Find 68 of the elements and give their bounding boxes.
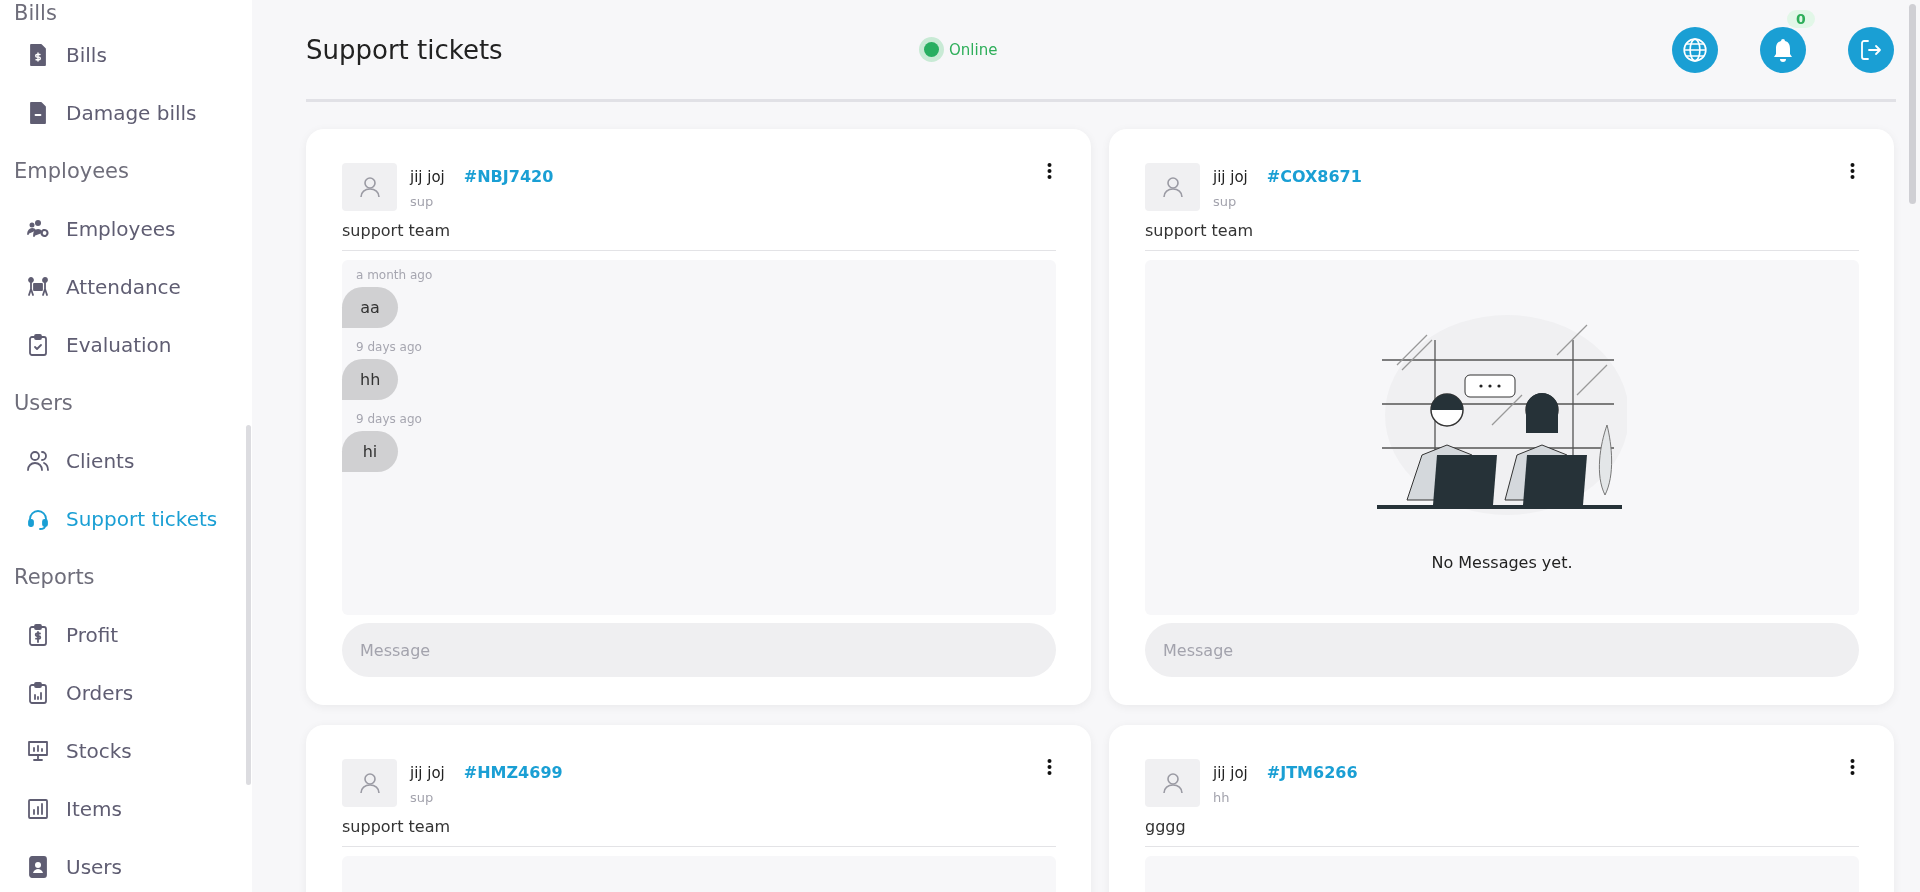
- language-button[interactable]: [1672, 26, 1718, 73]
- user-name: jij joj: [410, 167, 445, 186]
- presentation-board-icon: [26, 739, 50, 763]
- status-label: Online: [949, 40, 998, 59]
- user-name: jij joj: [1213, 167, 1248, 186]
- notification-count: 0: [1787, 9, 1815, 28]
- user-name: jij joj: [410, 763, 445, 782]
- empty-message: No Messages yet.: [1431, 553, 1573, 572]
- user-name: jij joj: [1213, 763, 1248, 782]
- clipboard-chart-icon: [26, 681, 50, 705]
- ticket-subject: gggg: [1145, 817, 1859, 847]
- ticket-id: #NBJ7420: [463, 167, 554, 186]
- people-meeting-icon: [26, 275, 50, 299]
- sidebar-item[interactable]: Damage bills: [14, 84, 252, 142]
- sidebar-item[interactable]: Stocks: [14, 722, 252, 780]
- more-vertical-icon: [1047, 163, 1052, 179]
- clipboard-check-icon: [26, 333, 50, 357]
- logout-button[interactable]: [1848, 26, 1894, 73]
- avatar: [342, 759, 397, 807]
- contact-card-icon: [26, 855, 50, 879]
- users-icon: [26, 449, 50, 473]
- message-input[interactable]: Message: [1145, 623, 1859, 677]
- more-vertical-icon: [1850, 163, 1855, 179]
- scrollbar[interactable]: [1909, 4, 1916, 204]
- ticket-subject: support team: [1145, 221, 1859, 251]
- sidebar-item[interactable]: Attendance: [14, 258, 252, 316]
- user-role: sup: [410, 790, 435, 805]
- ticket-id: #JTM6266: [1266, 763, 1358, 782]
- ticket-subject: support team: [342, 221, 1056, 251]
- sidebar-item[interactable]: Bills: [14, 26, 252, 84]
- message-bubble: aa: [342, 287, 398, 328]
- sidebar-item[interactable]: Profit: [14, 606, 252, 664]
- avatar: [342, 163, 397, 211]
- notifications-button[interactable]: [1760, 26, 1806, 73]
- user-role: sup: [1213, 194, 1238, 209]
- clipboard-dollar-icon: [26, 623, 50, 647]
- message-input[interactable]: Message: [342, 623, 1056, 677]
- ticket-id: #COX8671: [1266, 167, 1362, 186]
- section-heading: Users: [14, 391, 73, 415]
- globe-icon: [1682, 36, 1708, 63]
- more-vertical-icon: [1047, 759, 1052, 775]
- scrollbar[interactable]: [246, 425, 251, 785]
- section-heading: Reports: [14, 565, 95, 589]
- page-title: Support tickets: [306, 34, 504, 65]
- headset-icon: [26, 507, 50, 531]
- ticket-subject: support team: [342, 817, 1056, 847]
- sidebar-item[interactable]: Items: [14, 780, 252, 838]
- sidebar-item[interactable]: Employees: [14, 200, 252, 258]
- bar-chart-icon: [26, 797, 50, 821]
- sidebar-item[interactable]: Orders: [14, 664, 252, 722]
- bell-icon: [1772, 37, 1794, 62]
- more-vertical-icon: [1850, 759, 1855, 775]
- user-role: sup: [410, 194, 435, 209]
- section-heading: Bills: [14, 1, 57, 25]
- logout-icon: [1859, 37, 1883, 62]
- avatar: [1145, 759, 1200, 807]
- sidebar-item[interactable]: Clients: [14, 432, 252, 490]
- message-time: 9 days ago: [356, 412, 423, 426]
- user-role: hh: [1213, 790, 1231, 805]
- message-time: a month ago: [356, 268, 434, 282]
- ticket-id: #HMZ4699: [463, 763, 563, 782]
- section-heading: Employees: [14, 159, 129, 183]
- message-time: 9 days ago: [356, 340, 423, 354]
- message-bubble: hi: [342, 431, 398, 472]
- sidebar-item[interactable]: Evaluation: [14, 316, 252, 374]
- sidebar-item[interactable]: Users: [14, 838, 252, 892]
- message-bubble: hh: [342, 359, 399, 400]
- avatar: [1145, 163, 1200, 211]
